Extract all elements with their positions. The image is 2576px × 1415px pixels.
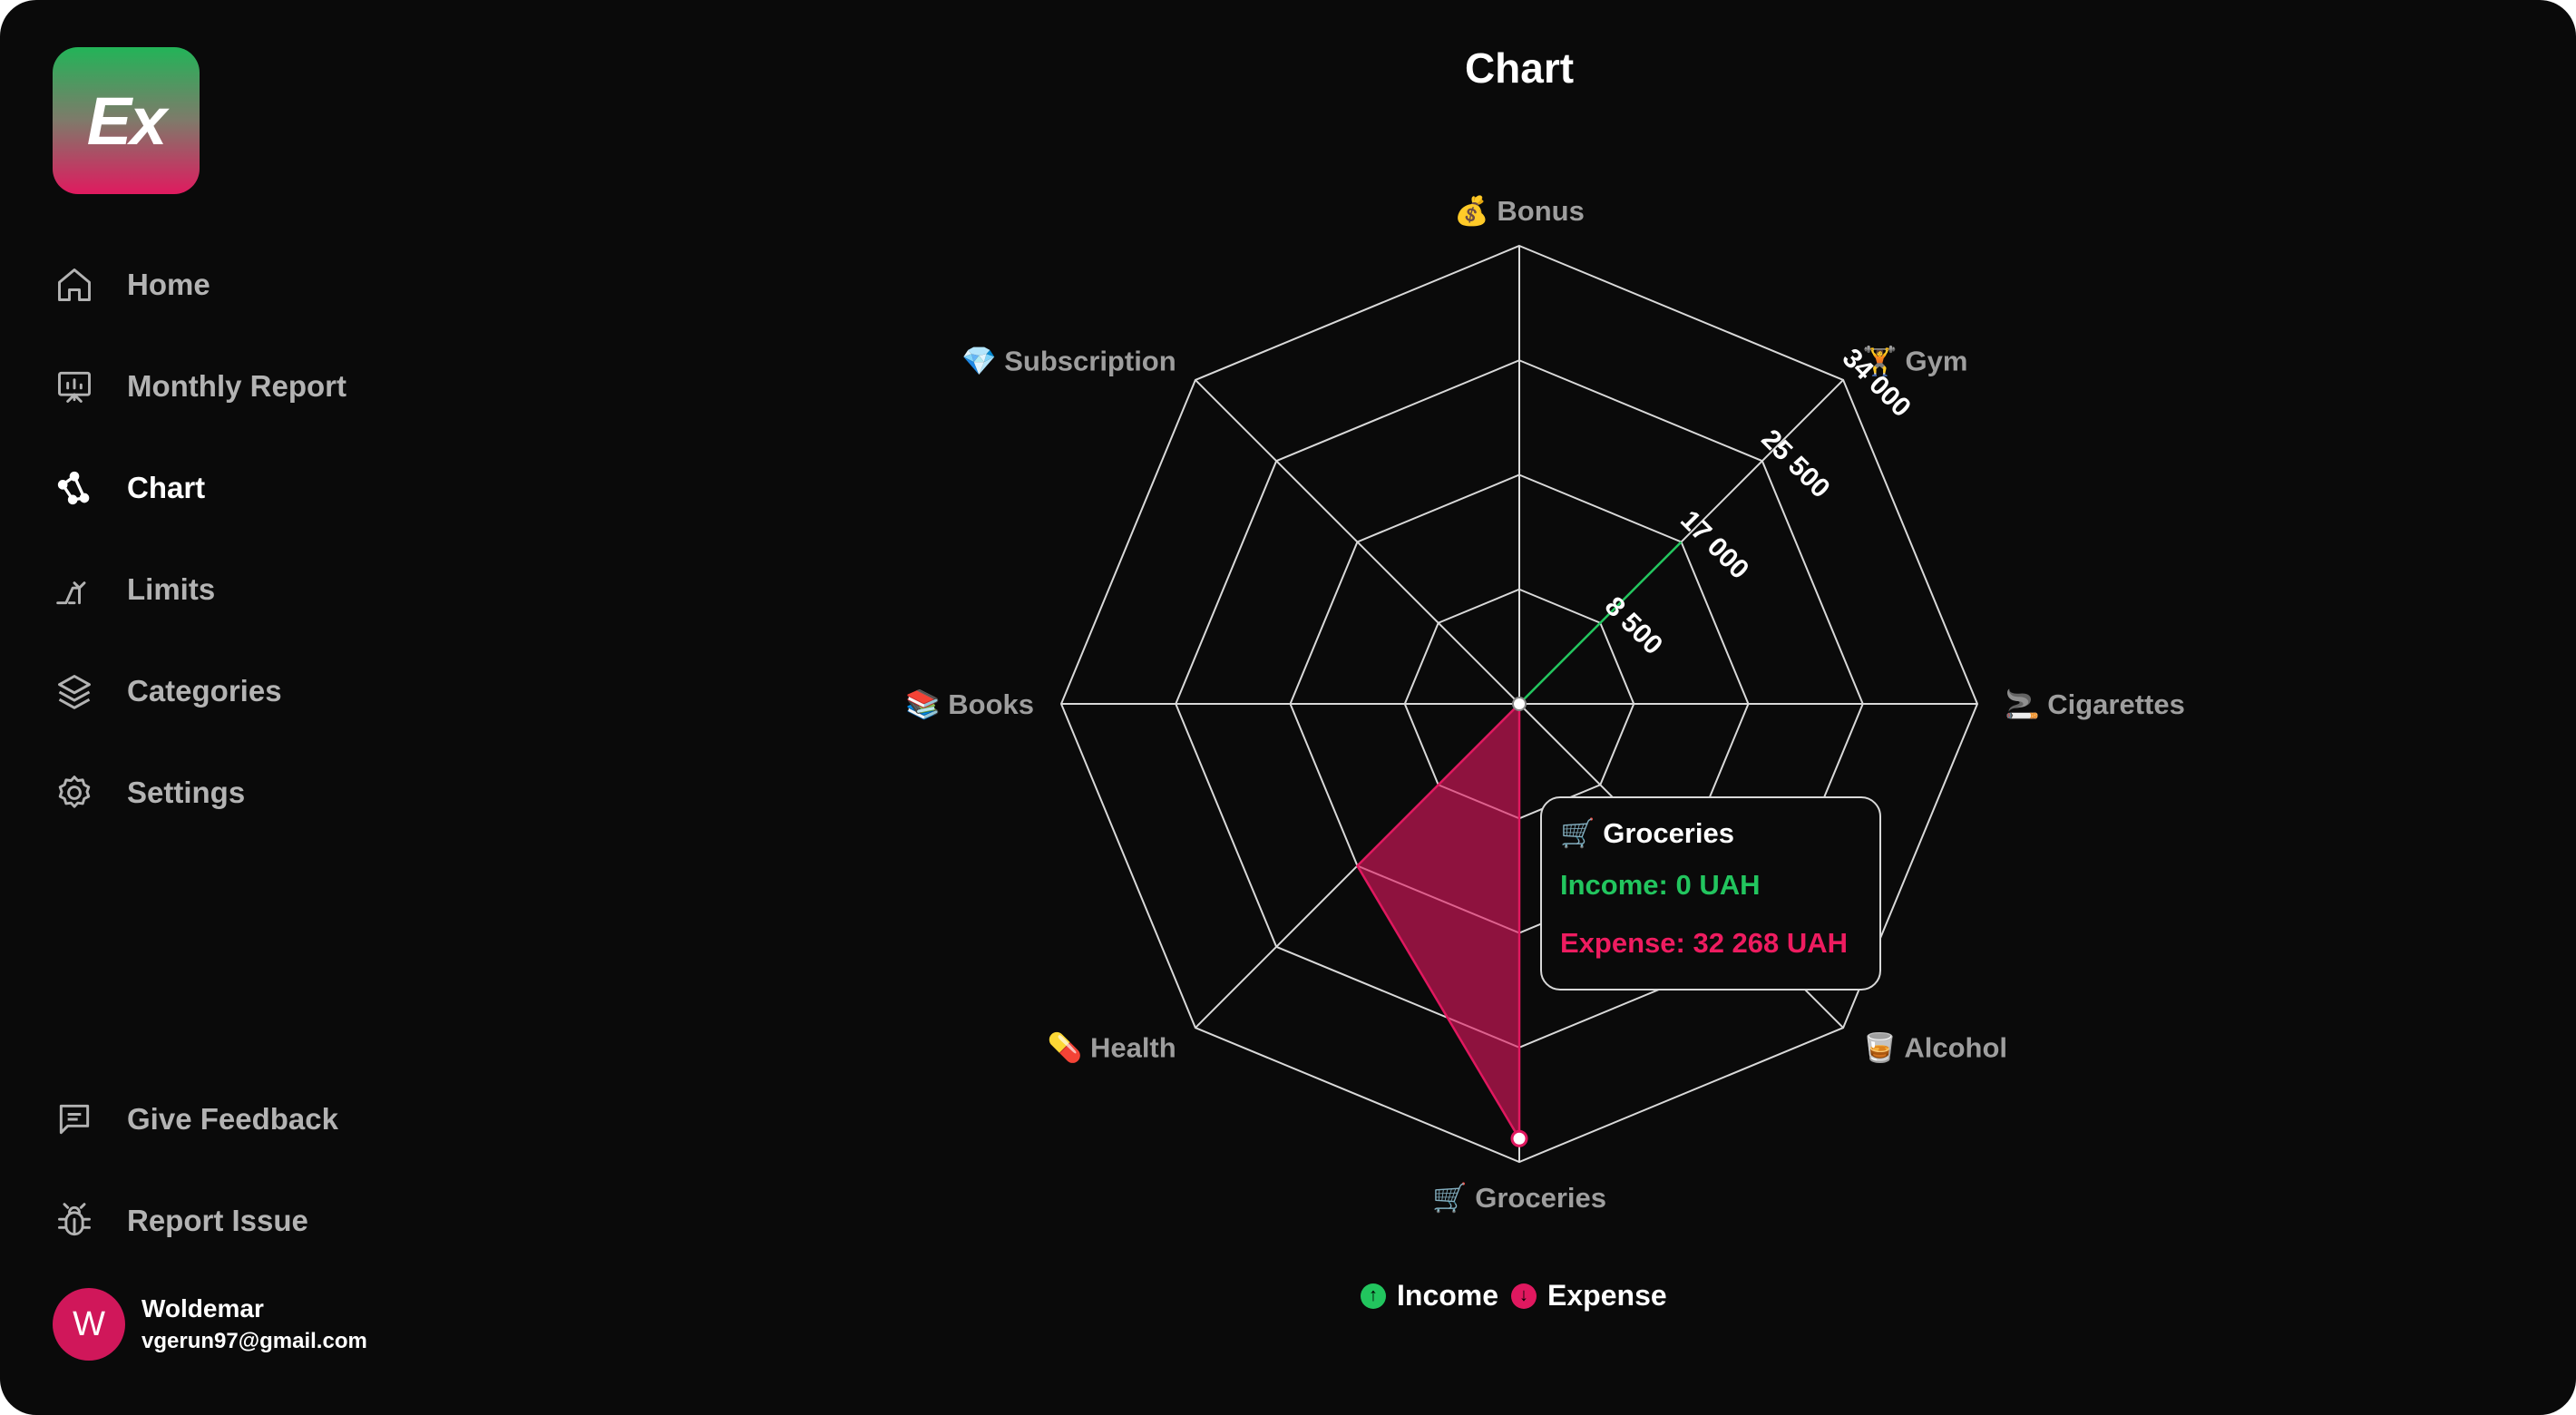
category-label: 📚 Books <box>905 688 1034 720</box>
data-point <box>1510 1129 1528 1147</box>
category-label: 🚬 Cigarettes <box>2005 688 2185 720</box>
legend-item-income[interactable]: ↑ Income <box>1361 1279 1498 1313</box>
arrow-up-icon: ↑ <box>1361 1283 1386 1309</box>
category-label: 💰 Bonus <box>1454 194 1585 228</box>
center-point <box>1512 697 1527 711</box>
legend-label-expense: Expense <box>1547 1279 1667 1312</box>
series-area-expense <box>1355 700 1521 1143</box>
app-window: Ex Home Monthly Report Chart Limits Cate… <box>0 0 2576 1415</box>
radial-tick-label: 17 000 <box>1674 505 1754 585</box>
category-label: 💊 Health <box>1048 1030 1176 1064</box>
series-area-income <box>1518 541 1683 705</box>
chart-legend: ↑ Income ↓ Expense <box>1361 1279 1680 1313</box>
category-label: 🛒 Groceries <box>1432 1181 1606 1214</box>
tooltip-title: 🛒 Groceries <box>1560 817 1734 849</box>
tooltip-expense: Expense: 32 268 UAH <box>1560 927 1849 959</box>
category-label: 🥃 Alcohol <box>1862 1030 2007 1063</box>
arrow-down-icon: ↓ <box>1511 1283 1537 1309</box>
legend-item-expense[interactable]: ↓ Expense <box>1511 1279 1667 1313</box>
category-label: 🏋️ Gym <box>1862 345 1967 377</box>
tooltip-income: Income: 0 UAH <box>1560 869 1761 901</box>
legend-label-income: Income <box>1397 1279 1499 1312</box>
radar-chart: 8 50017 00025 50034 000💰 Bonus🏋️ Gym🚬 Ci… <box>905 194 2185 1214</box>
radial-tick-label: 25 500 <box>1755 424 1835 503</box>
grid-spoke <box>1195 379 1520 705</box>
category-label: 💎 Subscription <box>961 346 1176 377</box>
radial-tick-label: 8 500 <box>1599 591 1668 660</box>
chart-tooltip: 🛒 Groceries Income: 0 UAH Expense: 32 26… <box>1540 796 1881 990</box>
